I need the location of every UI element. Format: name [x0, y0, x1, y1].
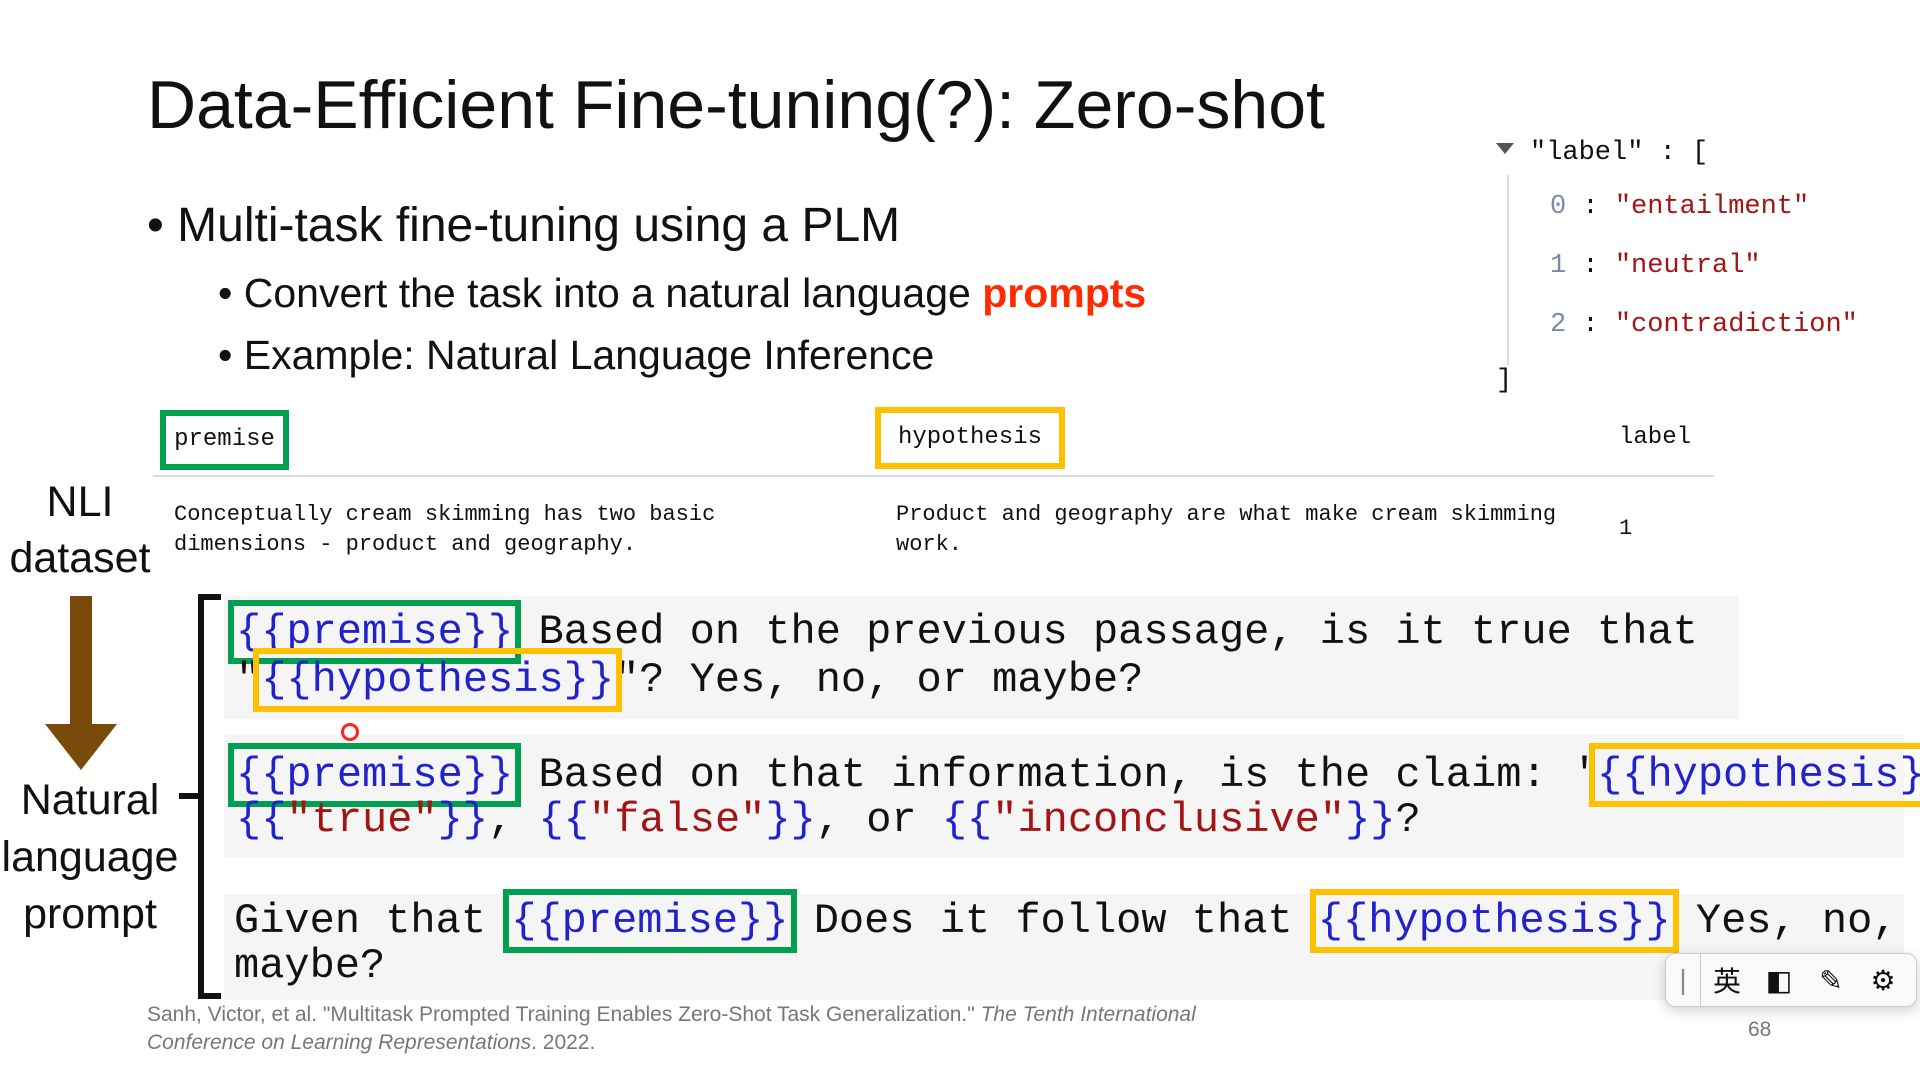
- bullet-text: Multi-task fine-tuning using a PLM: [177, 199, 901, 252]
- label-line: language: [1, 833, 179, 881]
- bullet-text: Example: Natural Language Inference: [243, 332, 935, 378]
- premise-placeholder: {{premise}}: [227, 600, 522, 664]
- prompt-2-line-1: {{premise}} Based on that information, i…: [227, 743, 1920, 807]
- json-item: 2 : "contradiction": [1550, 310, 1858, 340]
- citation-venue: Conference on Learning Representations: [147, 1031, 532, 1054]
- label-line: prompt: [23, 890, 157, 938]
- choice-true: "true": [286, 796, 438, 844]
- cell-premise: Conceptually cream skimming has two basi…: [174, 502, 716, 557]
- page-number: 68: [1748, 1018, 1772, 1041]
- gear-icon[interactable]: ⚙: [1857, 964, 1909, 997]
- hypothesis-placeholder: {{hypothesis}}: [1589, 743, 1920, 807]
- label-line: Natural: [20, 776, 160, 824]
- natural-language-prompt-label: Natural language prompt: [0, 772, 180, 943]
- hypothesis-placeholder: {{hypothesis}}: [1309, 889, 1679, 953]
- json-key: "label" : [: [1530, 138, 1709, 168]
- ime-toolbar: | 英 ◧ ✎ ⚙: [1665, 953, 1917, 1007]
- citation: Sanh, Victor, et al. "Multitask Prompted…: [147, 1001, 1397, 1057]
- prompt-2-line-2: {{"true"}}, {{"false"}}, or {{"inconclus…: [236, 796, 1421, 844]
- prompt-3-line-1: Given that {{premise}} Does it follow th…: [234, 889, 1920, 953]
- bracket-icon: [179, 594, 221, 999]
- json-item: 0 : "entailment": [1550, 192, 1810, 222]
- json-indent-guide: [1507, 175, 1509, 365]
- prompt-1-line-1: {{premise}} Based on the previous passag…: [227, 600, 1698, 664]
- bullet-convert: • Convert the task into a natural langua…: [218, 270, 1147, 316]
- prompts-highlight: prompts: [982, 270, 1147, 316]
- header-premise: premise: [160, 410, 289, 470]
- premise-placeholder: {{premise}}: [227, 743, 522, 807]
- json-item: 1 : "neutral": [1550, 251, 1761, 281]
- choice-inconclusive: "inconclusive": [992, 796, 1346, 844]
- bullet-multitask: • Multi-task fine-tuning using a PLM: [147, 199, 901, 252]
- pen-icon[interactable]: ✎: [1805, 964, 1857, 997]
- hypothesis-placeholder: {{hypothesis}}: [253, 648, 623, 712]
- prompt-text: Based on the previous passage, is it tru…: [513, 608, 1698, 656]
- json-value: "contradiction": [1614, 310, 1858, 340]
- handle-icon[interactable]: |: [1666, 954, 1701, 1006]
- half-width-icon[interactable]: ◧: [1753, 964, 1805, 997]
- prompt-text: Based on that information, is the claim:…: [513, 751, 1598, 799]
- prompt-1-line-2: "{{hypothesis}}"? Yes, no, or maybe?: [236, 648, 1144, 712]
- slide-title: Data-Efficient Fine-tuning(?): Zero-shot: [147, 67, 1325, 143]
- citation-text: Sanh, Victor, et al. "Multitask Prompted…: [147, 1003, 981, 1026]
- label-line: dataset: [9, 534, 151, 582]
- choice-false: "false": [588, 796, 766, 844]
- header-divider: [153, 475, 1714, 477]
- citation-text: . 2022.: [531, 1031, 596, 1054]
- json-close: ]: [1496, 366, 1513, 396]
- language-toggle-button[interactable]: 英: [1701, 960, 1753, 1000]
- pointer-dot: [341, 723, 359, 741]
- bullet-text: Convert the task into a natural language: [243, 270, 983, 316]
- prompt-text: Yes, no, or: [1695, 897, 1920, 945]
- prompt-text: Does it follow that: [788, 897, 1318, 945]
- json-index: 0: [1550, 192, 1567, 222]
- cell-hypothesis: Product and geography are what make crea…: [896, 502, 1557, 557]
- down-arrow-icon: [45, 596, 117, 770]
- prompt-text: , or: [815, 796, 942, 844]
- prompt-3-line-2: maybe?: [234, 942, 386, 990]
- header-hypothesis: hypothesis: [875, 407, 1065, 469]
- json-index: 1: [1550, 251, 1567, 281]
- collapse-triangle-icon[interactable]: [1496, 143, 1514, 154]
- prompt-text: "? Yes, no, or maybe?: [614, 656, 1144, 704]
- cell-label: 1: [1619, 516, 1633, 541]
- prompt-text: ": [236, 656, 262, 704]
- json-value: "entailment": [1614, 192, 1810, 222]
- header-label: label: [1619, 424, 1692, 451]
- label-line: NLI: [46, 478, 114, 526]
- prompt-text: Given that: [234, 897, 512, 945]
- premise-placeholder: {{premise}}: [503, 889, 797, 953]
- json-index: 2: [1550, 310, 1567, 340]
- bullet-example: • Example: Natural Language Inference: [218, 332, 935, 378]
- citation-venue: The Tenth International: [980, 1003, 1196, 1026]
- nli-dataset-label: NLI dataset: [0, 474, 160, 586]
- json-value: "neutral": [1614, 251, 1761, 281]
